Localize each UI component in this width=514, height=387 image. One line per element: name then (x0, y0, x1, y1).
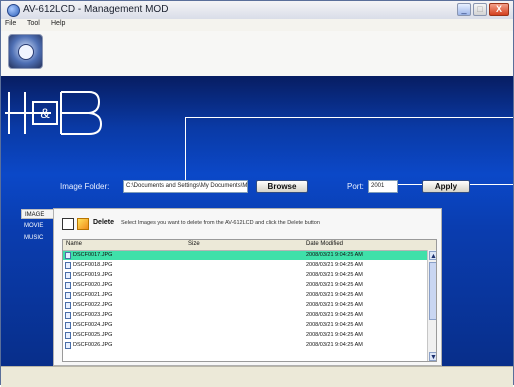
file-name: DSCF0019.JPG (73, 272, 113, 278)
file-name: DSCF0022.JPG (73, 302, 113, 308)
table-row[interactable]: DSCF0018.JPG 2008/03/21 9:04:25 AM (63, 261, 427, 270)
file-table: Name Size Date Modified DSCF0017.JPG 200… (62, 239, 437, 362)
file-name: DSCF0024.JPG (73, 322, 113, 328)
app-window: AV-612LCD - Management MOD _ □ X File To… (0, 0, 514, 387)
file-name: DSCF0025.JPG (73, 332, 113, 338)
file-date: 2008/03/21 9:04:25 AM (306, 262, 363, 268)
image-folder-label: Image Folder: (60, 182, 110, 191)
cd-disc-icon[interactable] (8, 34, 43, 69)
file-icon (65, 292, 71, 299)
scroll-up-icon[interactable]: ▲ (429, 251, 436, 260)
file-name: DSCF0026.JPG (73, 342, 113, 348)
file-panel: Delete Select Images you want to delete … (53, 208, 442, 366)
folder-icon[interactable] (77, 218, 89, 230)
table-row[interactable]: DSCF0025.JPG 2008/03/21 9:04:25 AM (63, 331, 427, 340)
file-date: 2008/03/21 9:04:25 AM (306, 292, 363, 298)
file-icon (65, 342, 71, 349)
file-panel-toolbar: Delete Select Images you want to delete … (60, 217, 436, 231)
decorative-line-left (185, 117, 186, 185)
file-name: DSCF0021.JPG (73, 292, 113, 298)
table-row[interactable]: DSCF0019.JPG 2008/03/21 9:04:25 AM (63, 271, 427, 280)
apply-button[interactable]: Apply (422, 180, 470, 193)
file-name: DSCF0023.JPG (73, 312, 113, 318)
tab-music[interactable]: MUSIC (21, 233, 55, 243)
file-name: DSCF0017.JPG (73, 252, 113, 258)
logo-amp: & (40, 105, 50, 121)
file-icon (65, 302, 71, 309)
column-size[interactable]: Size (188, 241, 200, 247)
file-icon (65, 332, 71, 339)
file-icon (65, 272, 71, 279)
file-date: 2008/03/21 9:04:25 AM (306, 302, 363, 308)
browse-button[interactable]: Browse (256, 180, 308, 193)
table-header: Name Size Date Modified (63, 240, 436, 251)
status-bar (1, 366, 513, 387)
delete-button[interactable]: Delete (93, 219, 114, 226)
file-icon (65, 312, 71, 319)
minimize-button[interactable]: _ (457, 3, 471, 16)
select-all-icon[interactable] (62, 218, 74, 230)
side-tabs: IMAGE MOVIE MUSIC (21, 209, 55, 369)
file-name: DSCF0020.JPG (73, 282, 113, 288)
file-date: 2008/03/21 9:04:25 AM (306, 342, 363, 348)
decorative-line-top (185, 117, 513, 118)
file-name: DSCF0018.JPG (73, 262, 113, 268)
tab-image[interactable]: IMAGE (21, 209, 55, 219)
image-folder-input[interactable]: C:\Documents and Settings\My Documents\M… (123, 180, 248, 193)
file-icon (65, 282, 71, 289)
menu-file[interactable]: File (5, 20, 16, 27)
menu-bar: File Tool Help (1, 19, 513, 31)
file-icon (65, 262, 71, 269)
vertical-scrollbar[interactable]: ▲ ▼ (427, 250, 436, 361)
table-row[interactable]: DSCF0024.JPG 2008/03/21 9:04:25 AM (63, 321, 427, 330)
window-title: AV-612LCD - Management MOD (23, 4, 169, 15)
toolbar (1, 31, 513, 77)
cd-disc-icon-center (18, 44, 34, 60)
file-date: 2008/03/21 9:04:25 AM (306, 282, 363, 288)
maximize-button[interactable]: □ (473, 3, 487, 16)
file-icon (65, 322, 71, 329)
close-button[interactable]: X (489, 3, 509, 16)
file-date: 2008/03/21 9:04:25 AM (306, 272, 363, 278)
table-row[interactable]: DSCF0026.JPG 2008/03/21 9:04:25 AM (63, 341, 427, 350)
table-row[interactable]: DSCF0023.JPG 2008/03/21 9:04:25 AM (63, 311, 427, 320)
file-date: 2008/03/21 9:04:25 AM (306, 252, 363, 258)
file-date: 2008/03/21 9:04:25 AM (306, 322, 363, 328)
title-bar[interactable]: AV-612LCD - Management MOD _ □ X (1, 1, 513, 20)
file-date: 2008/03/21 9:04:25 AM (306, 312, 363, 318)
hb-logo: & (5, 91, 103, 135)
table-row[interactable]: DSCF0021.JPG 2008/03/21 9:04:25 AM (63, 291, 427, 300)
file-icon (65, 252, 71, 259)
column-date-modified[interactable]: Date Modified (306, 241, 343, 247)
table-row[interactable]: DSCF0017.JPG 2008/03/21 9:04:25 AM (63, 251, 427, 260)
port-label: Port: (347, 182, 364, 191)
menu-tool[interactable]: Tool (27, 20, 40, 27)
table-row[interactable]: DSCF0020.JPG 2008/03/21 9:04:25 AM (63, 281, 427, 290)
scroll-thumb[interactable] (429, 262, 436, 320)
scroll-down-icon[interactable]: ▼ (429, 352, 436, 361)
file-date: 2008/03/21 9:04:25 AM (306, 332, 363, 338)
port-input[interactable]: 2001 (368, 180, 398, 193)
tab-movie[interactable]: MOVIE (21, 221, 55, 231)
column-name[interactable]: Name (66, 241, 82, 247)
app-icon (7, 4, 20, 17)
table-row[interactable]: DSCF0022.JPG 2008/03/21 9:04:25 AM (63, 301, 427, 310)
delete-instructions: Select Images you want to delete from th… (121, 220, 320, 226)
menu-help[interactable]: Help (51, 20, 65, 27)
